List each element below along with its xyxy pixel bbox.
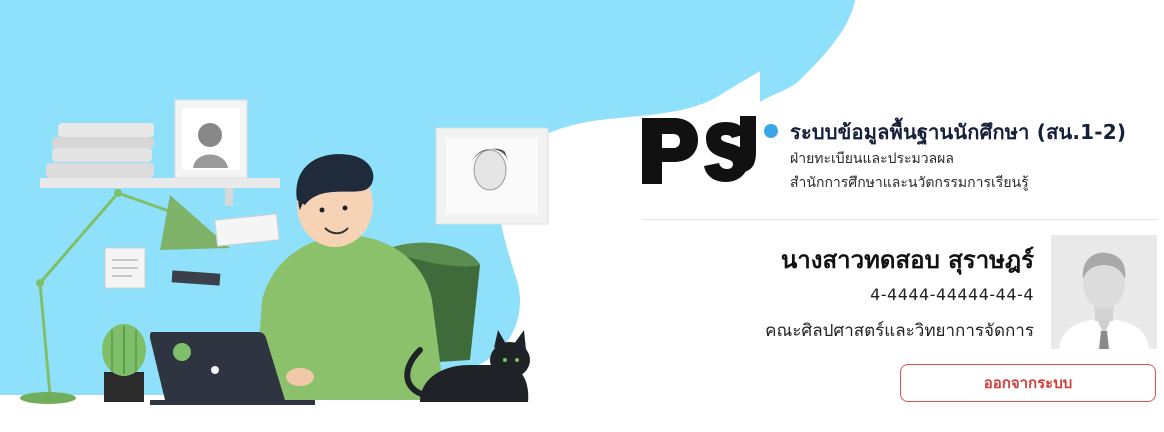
brand-dot-icon xyxy=(764,124,778,138)
picture-frame-icon xyxy=(174,99,248,179)
login-info-page: ระบบข้อมูลพื้นฐานนักศึกษา (สน.1-2) ฝ่ายท… xyxy=(0,0,1164,432)
logout-button[interactable]: ออกจากระบบ xyxy=(900,364,1156,402)
cactus-icon xyxy=(102,324,146,402)
user-name: นางสาวทดสอบ สุราษฎร์ xyxy=(780,246,1034,274)
office-label: สำนักการศึกษาและนวัตกรรมการเรียนรู้ xyxy=(790,175,1029,191)
user-placeholder-icon xyxy=(1051,235,1157,349)
books-icon xyxy=(52,148,152,162)
divider xyxy=(642,219,1158,220)
department-label: ฝ่ายทะเบียนและประมวลผล xyxy=(790,151,954,167)
user-faculty: คณะศิลปศาสตร์และวิทยาการจัดการ xyxy=(765,321,1034,341)
system-title: ระบบข้อมูลพื้นฐานนักศึกษา (สน.1-2) xyxy=(790,120,1127,144)
psu-logo xyxy=(642,116,756,184)
avatar xyxy=(1051,235,1157,349)
wall-frame-icon xyxy=(435,127,549,225)
brand-block: ระบบข้อมูลพื้นฐานนักศึกษา (สน.1-2) ฝ่ายท… xyxy=(640,104,1160,194)
user-id-number: 4-4444-44444-44-4 xyxy=(870,285,1034,304)
